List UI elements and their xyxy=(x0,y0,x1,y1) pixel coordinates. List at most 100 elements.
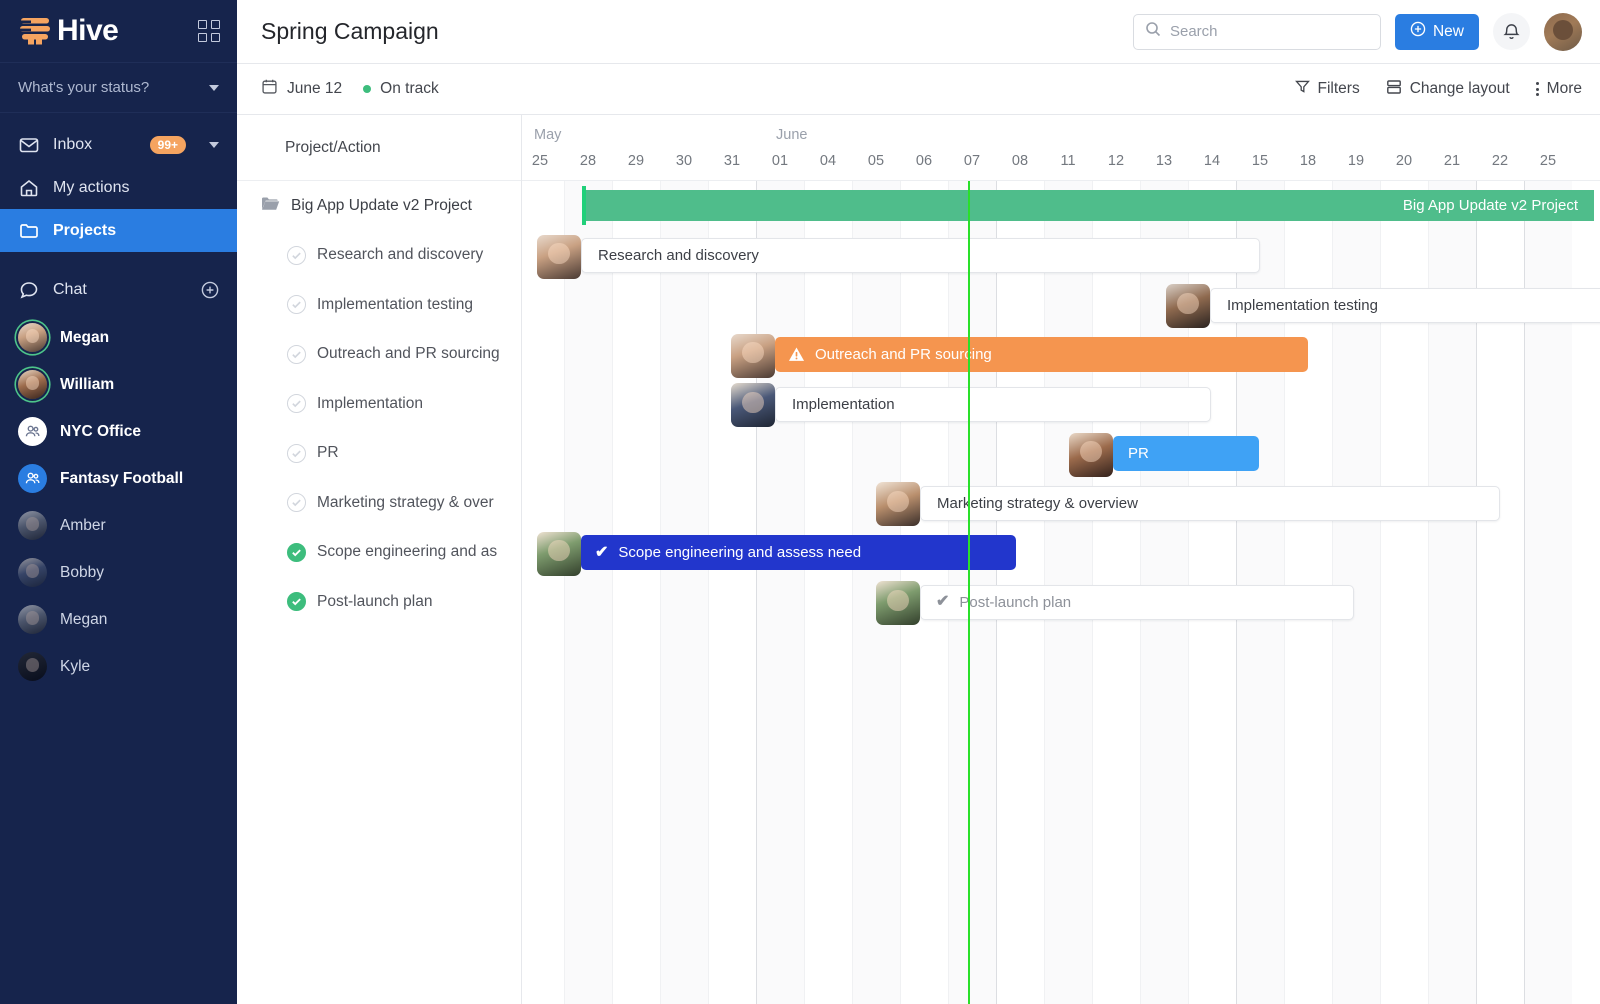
chat-item-label: Fantasy Football xyxy=(60,469,184,487)
assignee-avatar[interactable] xyxy=(537,531,581,576)
chevron-down-icon[interactable] xyxy=(209,141,219,148)
chat-item-megan[interactable]: Megan xyxy=(0,314,237,361)
task-row-implementation[interactable]: Implementation xyxy=(237,379,521,429)
new-button[interactable]: New xyxy=(1394,13,1479,50)
check-circle-icon[interactable] xyxy=(287,344,306,364)
day-label: 06 xyxy=(915,153,933,169)
task-column-header: Project/Action xyxy=(237,115,521,181)
warning-icon xyxy=(788,346,805,363)
search-box[interactable] xyxy=(1132,13,1381,50)
inbox-badge: 99+ xyxy=(149,135,186,154)
chat-item-fantasy-football[interactable]: Fantasy Football xyxy=(0,455,237,502)
filters-button[interactable]: Filters xyxy=(1294,79,1360,99)
assignee-avatar[interactable] xyxy=(537,234,581,279)
day-label: 22 xyxy=(1491,153,1509,169)
check-circle-icon[interactable] xyxy=(287,443,306,463)
assignee-avatar[interactable] xyxy=(731,333,775,378)
chat-item-nyc-office[interactable]: NYC Office xyxy=(0,408,237,455)
task-label: PR xyxy=(317,444,339,462)
bell-icon[interactable] xyxy=(1493,13,1530,50)
day-label: 07 xyxy=(963,153,981,169)
check-circle-icon[interactable] xyxy=(287,394,306,414)
day-label: 01 xyxy=(771,153,789,169)
sidebar-item-projects[interactable]: Projects xyxy=(0,209,237,252)
plus-circle-icon xyxy=(1410,21,1426,42)
gantt-bar[interactable]: Big App Update v2 Project xyxy=(582,186,1594,225)
group-avatar xyxy=(18,464,47,493)
chat-item-kyle[interactable]: Kyle xyxy=(0,643,237,690)
day-label: 12 xyxy=(1107,153,1125,169)
status-badge[interactable]: On track xyxy=(380,80,439,98)
today-marker xyxy=(968,181,970,1004)
task-row-scope-engineering[interactable]: Scope engineering and as xyxy=(237,528,521,578)
sidebar-item-inbox[interactable]: Inbox 99+ xyxy=(0,123,237,166)
gantt-bar[interactable]: Implementation xyxy=(775,386,1211,422)
apps-grid-icon[interactable] xyxy=(197,19,221,43)
task-row-implementation-testing[interactable]: Implementation testing xyxy=(237,280,521,330)
month-label-may: May xyxy=(534,127,562,143)
month-label-june: June xyxy=(776,127,808,143)
task-label: Outreach and PR sourcing xyxy=(317,345,500,363)
task-row-pr[interactable]: PR xyxy=(237,429,521,479)
completed-check-icon: ✔ xyxy=(936,593,950,610)
check-circle-icon[interactable] xyxy=(287,542,306,562)
assignee-avatar[interactable] xyxy=(731,383,775,427)
assignee-avatar[interactable] xyxy=(876,581,920,625)
gantt-row: Outreach and PR sourcing xyxy=(522,330,1600,380)
check-circle-icon[interactable] xyxy=(287,295,306,315)
chat-item-william[interactable]: William xyxy=(0,361,237,408)
project-meta: June 12 On track xyxy=(261,78,439,100)
chat-list: Megan William NYC Office Fantasy Footbal… xyxy=(0,314,237,690)
gantt-bar-label: Post-launch plan xyxy=(959,593,1072,611)
day-label: 08 xyxy=(1011,153,1029,169)
change-layout-button[interactable]: Change layout xyxy=(1386,79,1510,100)
task-row-outreach-and-pr-sourcing[interactable]: Outreach and PR sourcing xyxy=(237,330,521,380)
gantt-bar[interactable]: ✔ Scope engineering and assess need xyxy=(581,535,1016,570)
task-row-post-launch-plan[interactable]: Post-launch plan xyxy=(237,577,521,627)
more-button[interactable]: More xyxy=(1535,80,1582,98)
gantt-bar[interactable]: Marketing strategy & overview xyxy=(920,485,1500,521)
hive-logo[interactable]: Hive xyxy=(18,15,119,47)
chat-item-amber[interactable]: Amber xyxy=(0,502,237,549)
chat-item-label: NYC Office xyxy=(60,422,141,440)
gantt-bar[interactable]: ✔ Post-launch plan xyxy=(920,584,1354,620)
task-label: Marketing strategy & over xyxy=(317,493,494,511)
gantt-bar[interactable]: Implementation testing xyxy=(1210,287,1600,323)
avatar xyxy=(18,370,47,399)
task-label: Scope engineering and as xyxy=(317,543,498,561)
task-row-project[interactable]: Big App Update v2 Project xyxy=(237,181,521,231)
assignee-avatar[interactable] xyxy=(1166,284,1210,328)
project-bar-start-marker xyxy=(582,186,586,225)
sidebar-item-label: My actions xyxy=(53,178,130,196)
gantt-bar[interactable]: Research and discovery xyxy=(581,238,1260,273)
chat-item-megan-2[interactable]: Megan xyxy=(0,596,237,643)
status-dot xyxy=(363,85,372,93)
avatar xyxy=(18,652,47,681)
check-circle-icon[interactable] xyxy=(287,245,306,265)
status-selector[interactable]: What's your status? xyxy=(0,63,237,113)
chat-item-label: Megan xyxy=(60,610,108,628)
project-date[interactable]: June 12 xyxy=(287,80,342,98)
assignee-avatar[interactable] xyxy=(1069,432,1113,477)
chat-item-bobby[interactable]: Bobby xyxy=(0,549,237,596)
user-avatar[interactable] xyxy=(1544,12,1582,51)
search-icon xyxy=(1145,21,1161,42)
sidebar-item-label: Projects xyxy=(53,221,117,239)
assignee-avatar[interactable] xyxy=(876,482,920,526)
filters-label: Filters xyxy=(1317,80,1360,97)
search-input[interactable] xyxy=(1169,23,1369,40)
more-label: More xyxy=(1546,80,1582,97)
day-label: 11 xyxy=(1060,153,1076,169)
check-circle-icon[interactable] xyxy=(287,592,306,612)
gantt-bar-label: PR xyxy=(1128,445,1149,462)
plus-circle-icon[interactable] xyxy=(201,281,219,299)
gantt-bar[interactable]: PR xyxy=(1113,436,1259,471)
task-row-marketing-strategy[interactable]: Marketing strategy & over xyxy=(237,478,521,528)
day-label: 28 xyxy=(579,153,597,169)
chat-section-header[interactable]: Chat xyxy=(0,266,237,314)
gantt-bar[interactable]: Outreach and PR sourcing xyxy=(775,337,1308,372)
day-label: 14 xyxy=(1203,153,1221,169)
sidebar-item-my-actions[interactable]: My actions xyxy=(0,166,237,209)
check-circle-icon[interactable] xyxy=(287,493,306,513)
task-row-research-and-discovery[interactable]: Research and discovery xyxy=(237,231,521,281)
